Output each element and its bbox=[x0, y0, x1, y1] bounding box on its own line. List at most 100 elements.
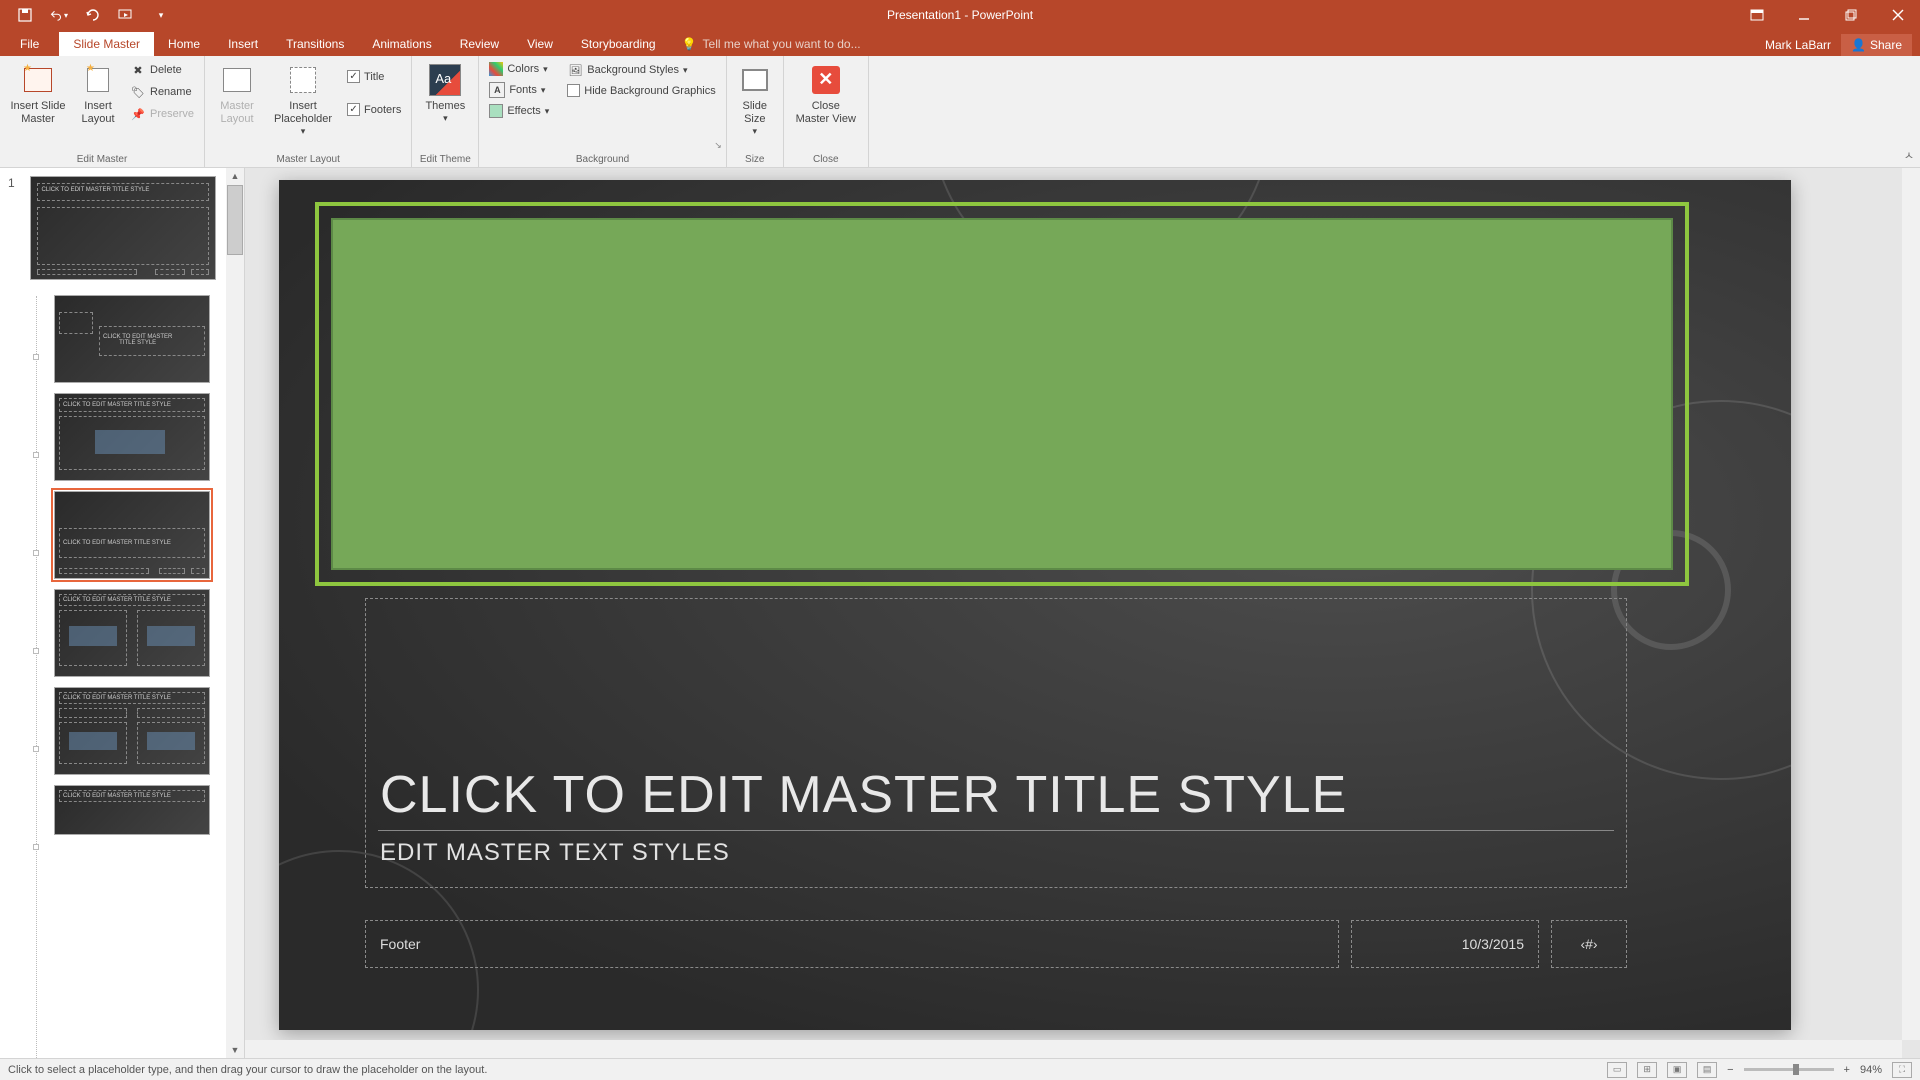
collapse-ribbon-icon[interactable]: ㅅ bbox=[1904, 147, 1914, 163]
scroll-down-icon[interactable]: ▼ bbox=[227, 1042, 243, 1058]
checkbox-icon bbox=[567, 84, 580, 97]
zoom-slider[interactable] bbox=[1744, 1068, 1834, 1071]
insert-placeholder-button[interactable]: Insert Placeholder▾ bbox=[267, 60, 339, 141]
reading-view-icon[interactable]: ▣ bbox=[1667, 1062, 1687, 1078]
background-styles-button[interactable]: 🖼Background Styles▾ bbox=[563, 60, 719, 80]
tab-slide-master[interactable]: Slide Master bbox=[59, 32, 154, 56]
insert-slide-master-button[interactable]: Insert Slide Master bbox=[6, 60, 70, 130]
zoom-level[interactable]: 94% bbox=[1860, 1064, 1882, 1076]
slide-sorter-view-icon[interactable]: ⊞ bbox=[1637, 1062, 1657, 1078]
minimize-icon[interactable] bbox=[1781, 0, 1826, 30]
save-icon[interactable] bbox=[16, 6, 34, 24]
ribbon-display-icon[interactable] bbox=[1734, 0, 1779, 30]
date-placeholder[interactable]: 10/3/2015 bbox=[1351, 920, 1539, 968]
tab-home[interactable]: Home bbox=[154, 32, 214, 56]
fonts-button[interactable]: AFonts▾ bbox=[485, 80, 553, 100]
slide-size-button[interactable]: Slide Size▾ bbox=[733, 60, 777, 141]
share-button[interactable]: 👤 Share bbox=[1841, 34, 1912, 56]
bg-styles-icon: 🖼 bbox=[567, 62, 583, 78]
tab-transitions[interactable]: Transitions bbox=[272, 32, 358, 56]
delete-button[interactable]: ✖Delete bbox=[126, 60, 198, 80]
checkbox-icon bbox=[347, 103, 360, 116]
subtitle-text: EDIT MASTER TEXT STYLES bbox=[380, 839, 730, 867]
preserve-icon: 📌 bbox=[130, 106, 146, 122]
slide-number-text: ‹#› bbox=[1580, 936, 1597, 952]
master-layout-icon bbox=[223, 68, 251, 92]
group-label: Size bbox=[733, 152, 777, 165]
account-name[interactable]: Mark LaBarr bbox=[1765, 38, 1831, 52]
group-label: Master Layout bbox=[211, 152, 405, 165]
slide-master-thumbnail[interactable]: CLICK TO EDIT MASTER TITLE STYLE bbox=[30, 176, 216, 280]
slide-number-placeholder[interactable]: ‹#› bbox=[1551, 920, 1627, 968]
redo-icon[interactable] bbox=[84, 6, 102, 24]
layout-thumbnail[interactable]: CLICK TO EDIT MASTER TITLE STYLE bbox=[54, 687, 210, 775]
restore-icon[interactable] bbox=[1828, 0, 1873, 30]
layout-thumbnail-selected[interactable]: CLICK TO EDIT MASTER TITLE STYLE bbox=[54, 491, 210, 579]
editor-horizontal-scrollbar[interactable] bbox=[245, 1040, 1902, 1058]
green-shape[interactable] bbox=[331, 218, 1673, 570]
quick-access-toolbar: ▾ ▾ bbox=[0, 6, 170, 24]
group-master-layout: Master Layout Insert Placeholder▾ Title … bbox=[205, 56, 412, 167]
group-label: Close bbox=[790, 152, 862, 165]
qat-customize-icon[interactable]: ▾ bbox=[152, 6, 170, 24]
footers-checkbox[interactable]: Footers bbox=[343, 101, 405, 118]
normal-view-icon[interactable]: ▭ bbox=[1607, 1062, 1627, 1078]
start-from-beginning-icon[interactable] bbox=[118, 6, 136, 24]
layout-thumbnail[interactable]: CLICK TO EDIT MASTER TITLE STYLE bbox=[54, 295, 210, 383]
zoom-slider-thumb[interactable] bbox=[1793, 1064, 1799, 1075]
window-controls bbox=[1734, 0, 1920, 30]
insert-slide-master-icon bbox=[24, 68, 52, 92]
themes-button[interactable]: Themes▾ bbox=[418, 60, 472, 128]
colors-button[interactable]: Colors▾ bbox=[485, 60, 553, 78]
tab-animations[interactable]: Animations bbox=[358, 32, 445, 56]
title-bar: ▾ ▾ Presentation1 - PowerPoint bbox=[0, 0, 1920, 30]
layout-thumbnail[interactable]: CLICK TO EDIT MASTER TITLE STYLE bbox=[54, 589, 210, 677]
slide-editor[interactable]: CLICK TO EDIT MASTER TITLE STYLE EDIT MA… bbox=[245, 168, 1920, 1058]
status-bar: Click to select a placeholder type, and … bbox=[0, 1058, 1920, 1080]
fit-to-window-icon[interactable]: ⛶ bbox=[1892, 1062, 1912, 1078]
group-edit-theme: Themes▾ Edit Theme bbox=[412, 56, 479, 167]
insert-layout-button[interactable]: Insert Layout bbox=[74, 60, 122, 130]
divider bbox=[378, 830, 1614, 831]
thumbnail-scrollbar[interactable]: ▲ ▼ bbox=[226, 168, 244, 1058]
background-dialog-launcher[interactable]: ↘ bbox=[714, 140, 722, 151]
zoom-in-icon[interactable]: + bbox=[1844, 1064, 1850, 1076]
footer-placeholder[interactable]: Footer bbox=[365, 920, 1339, 968]
undo-icon[interactable]: ▾ bbox=[50, 6, 68, 24]
slide-canvas[interactable]: CLICK TO EDIT MASTER TITLE STYLE EDIT MA… bbox=[279, 180, 1791, 1030]
slideshow-view-icon[interactable]: ▤ bbox=[1697, 1062, 1717, 1078]
scrollbar-thumb[interactable] bbox=[227, 185, 243, 255]
group-label: Edit Theme bbox=[418, 152, 472, 165]
title-text: CLICK TO EDIT MASTER TITLE STYLE bbox=[380, 765, 1347, 825]
scroll-up-icon[interactable]: ▲ bbox=[227, 168, 243, 184]
tab-review[interactable]: Review bbox=[446, 32, 513, 56]
editor-vertical-scrollbar[interactable] bbox=[1902, 168, 1920, 1040]
rename-button[interactable]: 🏷Rename bbox=[126, 82, 198, 102]
close-master-view-button[interactable]: ✕ Close Master View bbox=[790, 60, 862, 130]
green-shape-selection[interactable] bbox=[315, 202, 1689, 586]
ribbon-tabs: File Slide Master Home Insert Transition… bbox=[0, 30, 1920, 56]
close-icon[interactable] bbox=[1875, 0, 1920, 30]
effects-button[interactable]: Effects▾ bbox=[485, 102, 553, 120]
group-background: Colors▾ AFonts▾ Effects▾ 🖼Background Sty… bbox=[479, 56, 726, 167]
status-message: Click to select a placeholder type, and … bbox=[8, 1064, 487, 1076]
master-layout-button: Master Layout bbox=[211, 60, 263, 130]
title-checkbox[interactable]: Title bbox=[343, 68, 405, 85]
tab-file[interactable]: File bbox=[0, 32, 59, 56]
thumbnail-tree-line bbox=[36, 296, 37, 1058]
hide-bg-checkbox[interactable]: Hide Background Graphics bbox=[563, 82, 719, 99]
zoom-out-icon[interactable]: − bbox=[1727, 1064, 1733, 1076]
preserve-button[interactable]: 📌Preserve bbox=[126, 104, 198, 124]
layout-thumbnail[interactable]: CLICK TO EDIT MASTER TITLE STYLE bbox=[54, 393, 210, 481]
tab-storyboarding[interactable]: Storyboarding bbox=[567, 32, 670, 56]
delete-icon: ✖ bbox=[130, 62, 146, 78]
title-placeholder[interactable]: CLICK TO EDIT MASTER TITLE STYLE EDIT MA… bbox=[365, 598, 1627, 888]
lightbulb-icon: 💡 bbox=[682, 37, 697, 51]
group-edit-master: Insert Slide Master Insert Layout ✖Delet… bbox=[0, 56, 205, 167]
workspace: 1 CLICK TO EDIT MASTER TITLE STYLE CLICK… bbox=[0, 168, 1920, 1058]
layout-thumbnail[interactable]: CLICK TO EDIT MASTER TITLE STYLE bbox=[54, 785, 210, 835]
tab-view[interactable]: View bbox=[513, 32, 567, 56]
tell-me-search[interactable]: 💡 Tell me what you want to do... bbox=[670, 32, 873, 56]
group-close: ✕ Close Master View Close bbox=[784, 56, 869, 167]
tab-insert[interactable]: Insert bbox=[214, 32, 272, 56]
